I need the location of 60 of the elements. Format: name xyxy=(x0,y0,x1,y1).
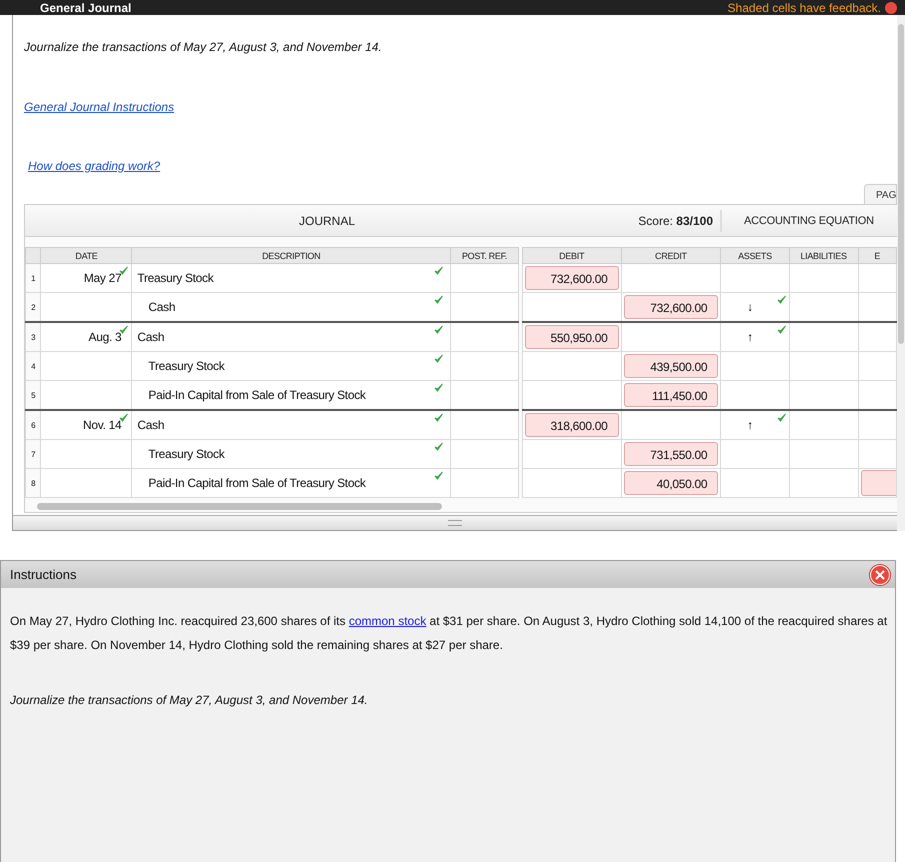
common-stock-link[interactable]: common stock xyxy=(348,614,426,628)
column-header: DESCRIPTION xyxy=(132,248,451,264)
grip-icon xyxy=(448,520,462,526)
row-number: 7 xyxy=(26,440,41,468)
column-header: POST. REF. xyxy=(450,248,518,264)
row-number: 4 xyxy=(26,352,41,380)
column-header: DATE xyxy=(40,248,132,264)
credit-field[interactable]: 732,600.00 xyxy=(624,295,718,319)
check-icon xyxy=(434,266,444,275)
feedback-note: Shaded cells have feedback. xyxy=(728,0,881,14)
check-icon xyxy=(434,383,444,392)
assets-arrow[interactable]: ↑ xyxy=(747,330,753,344)
date-cell[interactable]: Aug. 3 xyxy=(88,330,122,344)
check-icon xyxy=(119,325,128,334)
column-header: ASSETS xyxy=(720,248,790,264)
check-icon xyxy=(119,266,128,275)
close-icon[interactable] xyxy=(870,564,890,584)
check-icon xyxy=(434,471,444,480)
instructions-link[interactable]: General Journal Instructions xyxy=(24,100,174,114)
accounting-equation-tab[interactable]: ACCOUNTING EQUATION xyxy=(722,214,874,226)
column-header: DEBIT xyxy=(522,248,622,264)
instructions-title: Instructions xyxy=(10,567,76,582)
row-number: 6 xyxy=(26,410,41,440)
debit-field[interactable]: 318,600.00 xyxy=(524,413,619,437)
grading-link[interactable]: How does grading work? xyxy=(28,159,160,173)
row-number: 1 xyxy=(26,264,41,292)
check-icon xyxy=(434,325,444,334)
column-header: LIABILITIES xyxy=(789,248,858,264)
row-number: 8 xyxy=(26,468,41,498)
check-icon xyxy=(119,413,128,422)
score-text: Score: 83/100 xyxy=(629,210,722,232)
row-number: 2 xyxy=(26,292,41,322)
column-header: E xyxy=(858,248,896,264)
row-number: 5 xyxy=(26,380,41,410)
credit-field[interactable]: 40,050.00 xyxy=(624,471,718,495)
check-icon xyxy=(434,295,444,304)
prompt-text: Journalize the transactions of May 27, August 3, and November 14. xyxy=(10,693,369,707)
check-icon xyxy=(776,325,786,334)
equity-field[interactable] xyxy=(860,470,896,496)
credit-field[interactable]: 111,450.00 xyxy=(624,383,718,407)
assets-arrow[interactable]: ↑ xyxy=(747,418,753,432)
prompt-text: Journalize the transactions of May 27, August 3, and November 14. xyxy=(24,40,383,54)
check-icon xyxy=(434,442,444,451)
credit-field[interactable]: 439,500.00 xyxy=(624,354,718,378)
check-icon xyxy=(776,295,786,304)
date-cell[interactable]: Nov. 14 xyxy=(83,418,122,432)
check-icon xyxy=(776,413,786,422)
assets-arrow[interactable]: ↓ xyxy=(747,300,753,314)
check-icon xyxy=(434,413,444,422)
debit-field[interactable]: 732,600.00 xyxy=(524,266,619,290)
row-number: 3 xyxy=(26,322,41,352)
journal-title: JOURNAL xyxy=(298,214,356,228)
instructions-text: On May 27, Hydro Clothing Inc. reacquired 23,600 shares of its common stock at $31 per share. On August 3, Hydro Clothing sold 14,100 of the reacquired shares at $39 per share. On November 14, Hydro Clothing sold the remaining shares at $27 per share. xyxy=(10,613,888,654)
credit-field[interactable]: 731,550.00 xyxy=(624,442,718,466)
page-tab[interactable]: PAG xyxy=(864,184,897,204)
alert-icon xyxy=(885,2,897,14)
check-icon xyxy=(434,354,444,363)
panel-title: General Journal xyxy=(40,0,132,14)
column-header: CREDIT xyxy=(621,248,721,264)
debit-field[interactable]: 550,950.00 xyxy=(524,325,619,349)
